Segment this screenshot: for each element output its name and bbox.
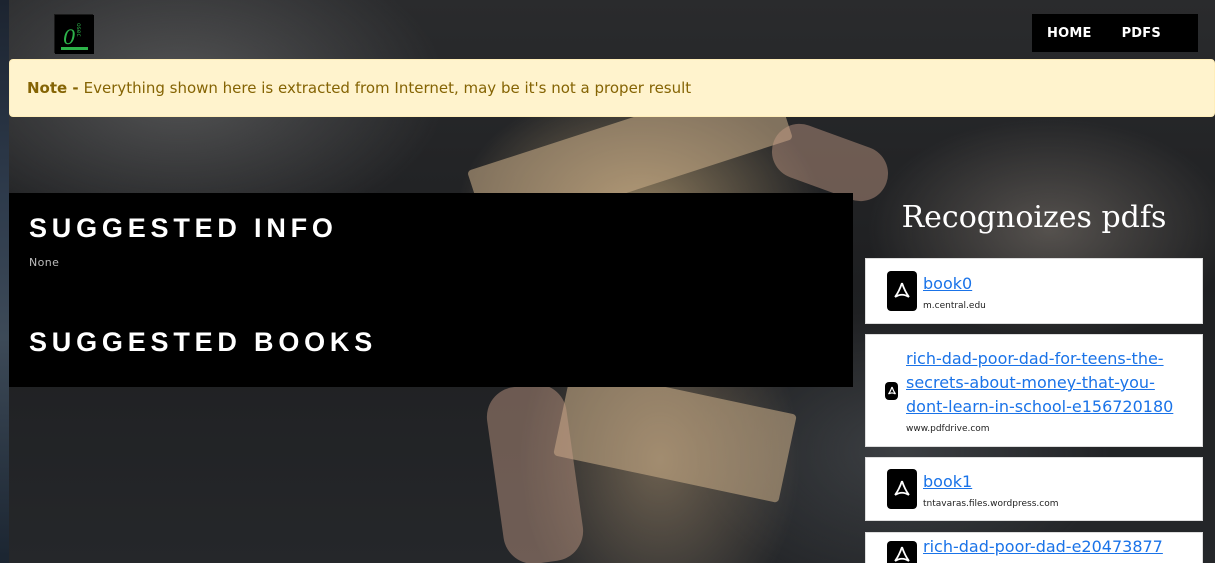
note-text: Everything shown here is extracted from … [83,79,692,97]
pdf-card: rich-dad-poor-dad-e20473877 [865,532,1203,563]
pdfs-heading: Recognoizes pdfs [901,200,1167,235]
pdf-icon [887,541,917,563]
pdf-card: book0 m.central.edu [865,258,1203,324]
svg-text:osec: osec [75,23,82,37]
pdf-link[interactable]: rich-dad-poor-dad-for-teens-the-secrets-… [906,347,1186,419]
pdf-domain: m.central.edu [923,300,986,311]
pdf-icon [887,469,917,509]
pdf-icon [885,381,898,400]
nav-pdfs[interactable]: PDFS [1107,26,1176,41]
suggested-info-value: None [29,256,60,269]
note-label: Note - [27,79,79,97]
site-header: 0 osec HOME PDFS [0,0,1215,60]
osec-logo-icon[interactable]: 0 osec [54,14,94,54]
note-alert: Note - Everything shown here is extracte… [9,59,1215,117]
background-book-decoration [553,367,797,503]
pdf-card: book1 tntavaras.files.wordpress.com [865,457,1203,521]
pdf-icon [887,271,917,311]
pdf-link[interactable]: book1 [923,470,1058,494]
background-edge [0,0,9,563]
pdf-link[interactable]: rich-dad-poor-dad-e20473877 [923,535,1163,559]
suggested-books-heading: SUGGESTED BOOKS [29,327,378,357]
suggested-info-heading: SUGGESTED INFO [29,213,338,243]
pdf-link[interactable]: book0 [923,272,986,296]
pdf-card: rich-dad-poor-dad-for-teens-the-secrets-… [865,334,1203,447]
pdf-domain: tntavaras.files.wordpress.com [923,498,1059,509]
suggested-panel: SUGGESTED INFO None SUGGESTED BOOKS [9,193,853,387]
pdf-domain: www.pdfdrive.com [906,424,990,434]
svg-text:0: 0 [63,25,76,49]
nav-home[interactable]: HOME [1032,26,1107,41]
main-nav: HOME PDFS [1032,14,1198,52]
